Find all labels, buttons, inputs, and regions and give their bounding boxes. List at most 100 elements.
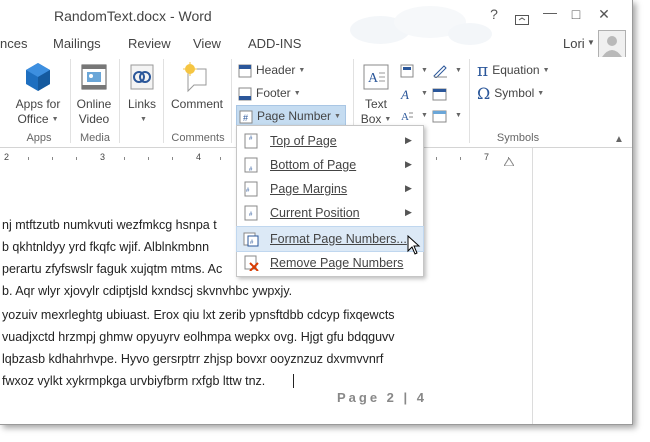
- minimize-button[interactable]: —: [540, 4, 560, 20]
- signature-line-icon: [433, 65, 447, 78]
- body-line: lqbzasb kdhahrhvpe. Hyvo gersrptrr zhjsp…: [2, 352, 384, 366]
- page-number-icon: #: [239, 110, 253, 124]
- chevron-right-icon: ▶: [405, 207, 412, 217]
- format-page-numbers-icon: #: [243, 232, 259, 247]
- footer-page-number: Page 2 | 4: [337, 390, 428, 405]
- body-line: b qkhtnldyy yrd fkqfc wjif. Alblnkmbnn: [2, 240, 210, 254]
- equation-button[interactable]: π Equation ▼: [477, 60, 550, 81]
- object-button[interactable]: ▼: [432, 105, 462, 125]
- tab-add-ins[interactable]: ADD-INS: [248, 36, 301, 51]
- chevron-down-icon: ▼: [455, 111, 462, 119]
- menu-item-top-of-page[interactable]: # Top of Page ▶: [237, 129, 423, 153]
- chevron-down-icon: ▼: [140, 116, 147, 124]
- signature-line-button[interactable]: ▼: [432, 60, 462, 80]
- quick-parts-button[interactable]: ▼: [400, 60, 428, 80]
- symbol-button[interactable]: Ω Symbol ▼: [477, 83, 544, 103]
- chevron-right-icon: ▶: [405, 159, 412, 169]
- group-label-media: Media: [80, 132, 110, 144]
- header-icon: [238, 64, 252, 78]
- wordart-icon: A: [400, 87, 409, 101]
- quick-parts-icon: [400, 64, 414, 78]
- tab-view[interactable]: View: [193, 36, 221, 51]
- word-window: RandomText.docx - Word ? — □ ✕ nces Mail…: [0, 0, 633, 425]
- bottom-of-page-icon: #: [244, 157, 258, 173]
- group-label-comments: Comments: [171, 132, 225, 144]
- body-line: yozuiv mexrleghtg ubiuast. Erox qiu lxt …: [2, 308, 395, 322]
- chevron-down-icon: ▼: [537, 89, 545, 97]
- tab-review[interactable]: Review: [128, 36, 171, 51]
- comment-button[interactable]: Comment: [168, 61, 226, 112]
- online-video-button[interactable]: Online Video: [74, 61, 114, 127]
- body-line: b. Aqr wlyr xjovylr cdiptjsld kxndscj sk…: [2, 284, 293, 298]
- page-number-menu: # Top of Page ▶ # Bottom of Page ▶ # Pag…: [236, 125, 424, 277]
- text-cursor: [293, 374, 294, 388]
- restore-button[interactable]: □: [566, 6, 586, 22]
- menu-item-format-page-numbers[interactable]: # Format Page Numbers...: [236, 226, 424, 252]
- user-avatar[interactable]: [598, 30, 626, 58]
- links-button[interactable]: Links ▼: [124, 61, 160, 127]
- menu-item-current-position[interactable]: # Current Position ▶: [237, 201, 423, 225]
- svg-text:A: A: [400, 87, 409, 101]
- drop-cap-button[interactable]: A ▼: [400, 105, 428, 125]
- chevron-right-icon: ▶: [405, 183, 412, 193]
- header-button[interactable]: Header ▼: [238, 60, 305, 80]
- menu-item-page-margins[interactable]: # Page Margins ▶: [237, 177, 423, 201]
- current-position-icon: #: [244, 205, 258, 221]
- help-icon[interactable]: ?: [484, 6, 504, 22]
- tab-mailings[interactable]: Mailings: [53, 36, 101, 51]
- apps-for-office-icon: [26, 63, 50, 91]
- mouse-pointer-icon: [407, 235, 421, 255]
- body-line: nj mtftzutb numkvuti wezfmkcg hsnpa t: [2, 218, 217, 232]
- chevron-down-icon: ▼: [298, 66, 306, 74]
- tab-references[interactable]: nces: [0, 36, 27, 51]
- calendar-icon: [432, 88, 447, 101]
- window-title: RandomText.docx - Word: [54, 8, 212, 24]
- user-name[interactable]: Lori: [563, 36, 585, 51]
- footer-button[interactable]: Footer ▼: [238, 83, 301, 103]
- date-time-button[interactable]: [432, 83, 452, 103]
- omega-icon: Ω: [477, 83, 491, 103]
- ribbon-display-options-icon[interactable]: [512, 12, 532, 28]
- text-box-icon: A: [363, 64, 389, 90]
- page-number-button[interactable]: # Page Number ▼: [236, 105, 346, 127]
- remove-page-numbers-icon: [244, 255, 259, 271]
- menu-item-remove-page-numbers[interactable]: Remove Page Numbers: [237, 251, 423, 275]
- right-indent-marker: [504, 158, 514, 166]
- link-icon: [130, 64, 154, 90]
- svg-text:A: A: [401, 111, 409, 123]
- text-box-button[interactable]: A Text Box ▼: [358, 61, 394, 127]
- new-comment-icon: [183, 62, 207, 93]
- collapse-ribbon-icon[interactable]: ▲: [614, 134, 624, 145]
- group-label-apps: Apps: [26, 132, 52, 144]
- title-bar: RandomText.docx - Word ? — □ ✕: [0, 0, 632, 45]
- chevron-down-icon: ▼: [384, 116, 392, 124]
- ribbon-tabs: nces Mailings Review View ADD-INS Lori ▼: [0, 32, 632, 56]
- body-line: fwxoz vylkt xykrmpkga urvbiyfbrm rxfgb l…: [2, 374, 266, 388]
- drop-cap-icon: A: [401, 111, 413, 123]
- chevron-down-icon: ▼: [421, 66, 428, 74]
- chevron-down-icon: ▼: [421, 111, 428, 119]
- svg-text:#: #: [243, 113, 248, 123]
- page-margins-icon: #: [244, 181, 258, 197]
- body-line: perartu zfyfswslr faguk xujqtm mtms. Ac: [2, 262, 223, 276]
- chevron-down-icon: ▼: [334, 112, 341, 120]
- group-label-symbols: Symbols: [496, 132, 540, 144]
- chevron-down-icon: ▼: [542, 66, 550, 74]
- chevron-down-icon: ▼: [51, 116, 59, 124]
- body-line: vuadjxctd hrzmpj ghmw opyuyrv eolhmpa we…: [2, 330, 395, 344]
- wordart-button[interactable]: A ▼: [400, 83, 428, 103]
- chevron-down-icon: ▼: [455, 66, 462, 74]
- chevron-down-icon[interactable]: ▼: [587, 38, 595, 47]
- object-icon: [432, 110, 447, 123]
- menu-item-bottom-of-page[interactable]: # Bottom of Page ▶: [237, 153, 423, 177]
- svg-text:A: A: [368, 71, 379, 86]
- close-button[interactable]: ✕: [594, 6, 614, 23]
- page-margin-area: [532, 148, 632, 424]
- chevron-down-icon: ▼: [421, 89, 428, 97]
- chevron-down-icon: ▼: [293, 89, 301, 97]
- pi-icon: π: [477, 60, 489, 81]
- chevron-right-icon: ▶: [405, 135, 412, 145]
- footer-icon: [238, 87, 252, 101]
- apps-for-office-button[interactable]: Apps for Office ▼: [12, 61, 64, 127]
- top-of-page-icon: #: [244, 133, 258, 149]
